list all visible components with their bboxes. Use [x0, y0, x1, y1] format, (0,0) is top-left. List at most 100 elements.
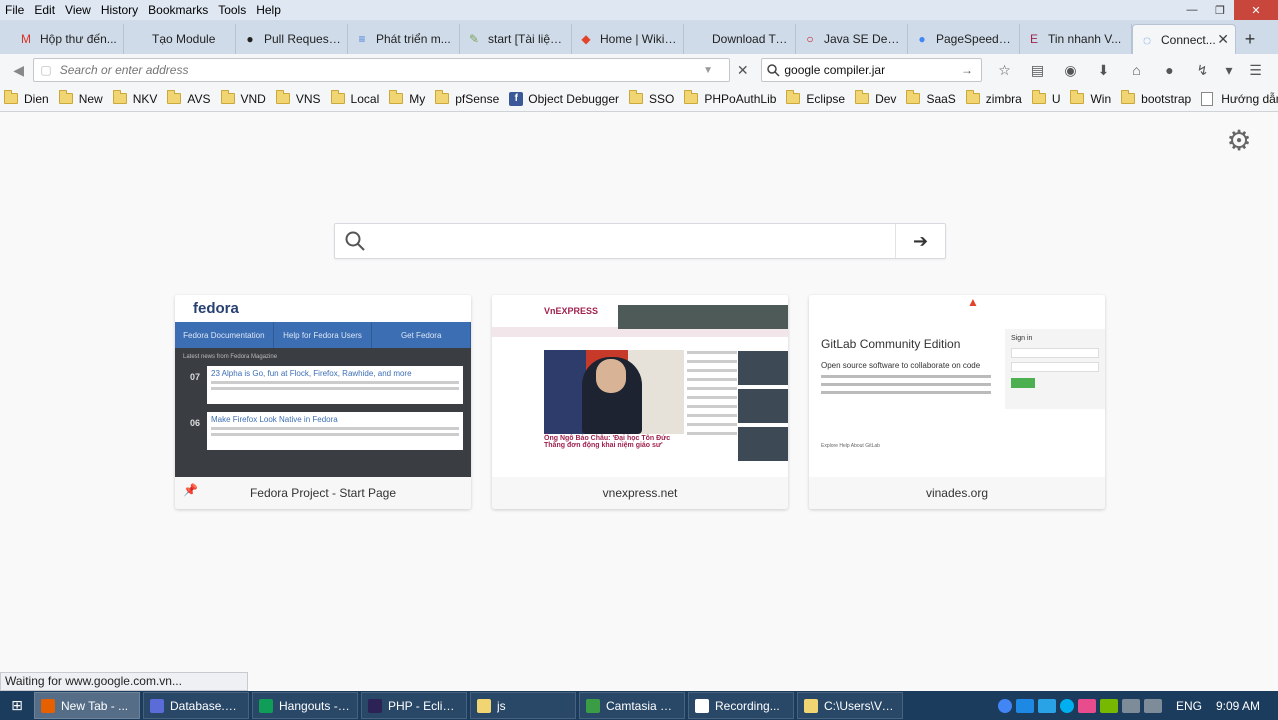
- bookmark-item[interactable]: Hướng dẫn tối ưu tấn...: [1201, 91, 1278, 106]
- stop-button[interactable]: ✕: [730, 58, 755, 82]
- site-thumbnail: VnEXPRESS Ông Ngô Bảo Châu: 'Đại học Tôn…: [492, 295, 788, 477]
- bookmark-item[interactable]: NKV: [112, 90, 157, 106]
- bookmark-item[interactable]: SSO: [629, 90, 674, 106]
- chat-icon[interactable]: ●: [1153, 57, 1186, 83]
- browser-tab[interactable]: Download Titani...: [684, 24, 796, 54]
- bookmark-item[interactable]: Eclipse: [786, 90, 845, 106]
- chrome-tray-icon[interactable]: [997, 698, 1012, 713]
- bookmark-item[interactable]: SaaS: [906, 90, 956, 106]
- pocket-icon[interactable]: ◉: [1054, 57, 1087, 83]
- taskbar-item[interactable]: Database.kd...: [143, 692, 249, 719]
- bookmark-item[interactable]: PHPoAuthLib: [684, 90, 776, 106]
- nvidia-tray-icon[interactable]: [1099, 698, 1118, 713]
- app-tray-icon[interactable]: [1015, 698, 1034, 713]
- bookmark-item[interactable]: AVS: [167, 90, 211, 106]
- top-site-tile[interactable]: fedora Fedora Documentation Help for Fed…: [175, 295, 471, 509]
- windows-tray-icon[interactable]: [1037, 698, 1056, 713]
- search-bar[interactable]: →: [761, 58, 982, 82]
- menu-tools[interactable]: Tools: [213, 0, 251, 20]
- newtab-search-box[interactable]: ➔: [334, 223, 946, 259]
- taskbar-item[interactable]: C:\Users\Vu...: [797, 692, 903, 719]
- bookmark-item[interactable]: bootstrap: [1121, 90, 1191, 106]
- close-window-button[interactable]: ✕: [1234, 0, 1278, 20]
- top-site-tile[interactable]: VnEXPRESS Ông Ngô Bảo Châu: 'Đại học Tôn…: [492, 295, 788, 509]
- browser-tab[interactable]: E Tin nhanh V...: [1020, 24, 1132, 54]
- browser-tab[interactable]: ○ Java SE Devel...: [796, 24, 908, 54]
- taskbar-item[interactable]: Recording...: [688, 692, 794, 719]
- taskbar-item[interactable]: PHP - Eclipse: [361, 692, 467, 719]
- home-icon[interactable]: ⌂: [1120, 57, 1153, 83]
- taskbar-item[interactable]: js: [470, 692, 576, 719]
- bookmarks-menu-icon[interactable]: ▤: [1021, 57, 1054, 83]
- url-bar[interactable]: ▢ ▼: [33, 58, 730, 82]
- search-go-icon[interactable]: →: [961, 63, 973, 77]
- taskbar-item-label: Database.kd...: [170, 698, 242, 713]
- system-clock[interactable]: 9:09 AM: [1216, 699, 1260, 713]
- bookmark-item[interactable]: New: [58, 90, 103, 106]
- taskbar-item[interactable]: Camtasia St...: [579, 692, 685, 719]
- bookmark-item[interactable]: VNS: [275, 90, 321, 106]
- bookmark-item[interactable]: Dev: [855, 90, 896, 106]
- top-site-tile[interactable]: ▲ GitLab Community Edition Open source s…: [809, 295, 1105, 509]
- app-icon: [804, 698, 818, 713]
- history-dropdown-icon[interactable]: ▼: [703, 65, 713, 76]
- gmail-icon: M: [21, 32, 31, 46]
- browser-tab[interactable]: ✎ start [Tài liệu...: [460, 24, 572, 54]
- browser-tab[interactable]: Tạo Module: [124, 24, 236, 54]
- menu-edit[interactable]: Edit: [29, 0, 60, 20]
- folder-icon: [965, 90, 980, 104]
- skype-tray-icon[interactable]: [1059, 698, 1074, 713]
- bookmark-item[interactable]: pfSense: [435, 90, 499, 106]
- pin-icon[interactable]: 📌: [183, 483, 198, 497]
- menu-view[interactable]: View: [60, 0, 96, 20]
- newtab-search-input[interactable]: [371, 224, 895, 258]
- minimize-button[interactable]: —: [1178, 0, 1206, 20]
- gear-icon[interactable]: ⚙: [1226, 127, 1252, 155]
- app-icon: [41, 698, 55, 713]
- sync-icon[interactable]: ↯: [1186, 57, 1219, 83]
- gitlab-signin-title: Sign in: [1011, 335, 1033, 342]
- app-icon: [259, 698, 273, 713]
- bookmark-star-icon[interactable]: ☆: [988, 57, 1021, 83]
- bookmark-item[interactable]: f Object Debugger: [509, 91, 619, 106]
- back-button[interactable]: ◀: [6, 57, 31, 83]
- menu-bookmarks[interactable]: Bookmarks: [143, 0, 213, 20]
- bookmark-item[interactable]: Local: [330, 90, 379, 106]
- bookmark-item[interactable]: VND: [220, 90, 266, 106]
- bookmark-label: Hướng dẫn tối ưu tấn...: [1221, 91, 1278, 106]
- bookmark-item[interactable]: My: [389, 90, 425, 106]
- site-thumbnail: ▲ GitLab Community Edition Open source s…: [809, 295, 1105, 477]
- network-tray-icon[interactable]: [1121, 698, 1140, 713]
- url-input[interactable]: [59, 63, 694, 77]
- browser-tab[interactable]: ● PageSpeed I...: [908, 24, 1020, 54]
- browser-tab[interactable]: ≡ Phát triển m...: [348, 24, 460, 54]
- fedora-news-card: 06 Make Firefox Look Native in Fedora: [183, 412, 463, 450]
- volume-tray-icon[interactable]: [1143, 698, 1162, 713]
- search-input[interactable]: [784, 63, 961, 77]
- bookmark-item[interactable]: Dien: [4, 90, 49, 106]
- input-language[interactable]: ENG: [1176, 699, 1202, 713]
- identity-icon[interactable]: ▢: [40, 63, 51, 77]
- taskbar-item[interactable]: New Tab - ...: [34, 692, 140, 719]
- hamburger-menu-icon[interactable]: ☰: [1239, 57, 1272, 83]
- browser-tab[interactable]: ◆ Home | Wiki ...: [572, 24, 684, 54]
- taskbar-item[interactable]: Hangouts - t...: [252, 692, 358, 719]
- active-tab[interactable]: ◌ Connect... ✕: [1132, 24, 1236, 54]
- bookmark-item[interactable]: zimbra: [965, 90, 1022, 106]
- restore-button[interactable]: ❐: [1206, 0, 1234, 20]
- menu-file[interactable]: File: [0, 0, 29, 20]
- close-tab-icon[interactable]: ✕: [1217, 31, 1229, 48]
- bookmark-item[interactable]: Win: [1070, 90, 1111, 106]
- browser-tab[interactable]: M Hộp thư đến...: [12, 24, 124, 54]
- overflow-chevron-icon[interactable]: ▾: [1219, 57, 1239, 83]
- docs-icon: ≡: [358, 32, 366, 46]
- search-submit-button[interactable]: ➔: [895, 224, 945, 258]
- browser-tab[interactable]: ● Pull Request...: [236, 24, 348, 54]
- downloads-icon[interactable]: ⬇: [1087, 57, 1120, 83]
- start-button[interactable]: ⊞: [0, 691, 34, 720]
- bookmark-item[interactable]: U: [1031, 90, 1060, 106]
- menu-help[interactable]: Help: [251, 0, 286, 20]
- vim-tray-icon[interactable]: [1077, 698, 1096, 713]
- new-tab-button[interactable]: +: [1236, 24, 1264, 54]
- menu-history[interactable]: History: [96, 0, 143, 20]
